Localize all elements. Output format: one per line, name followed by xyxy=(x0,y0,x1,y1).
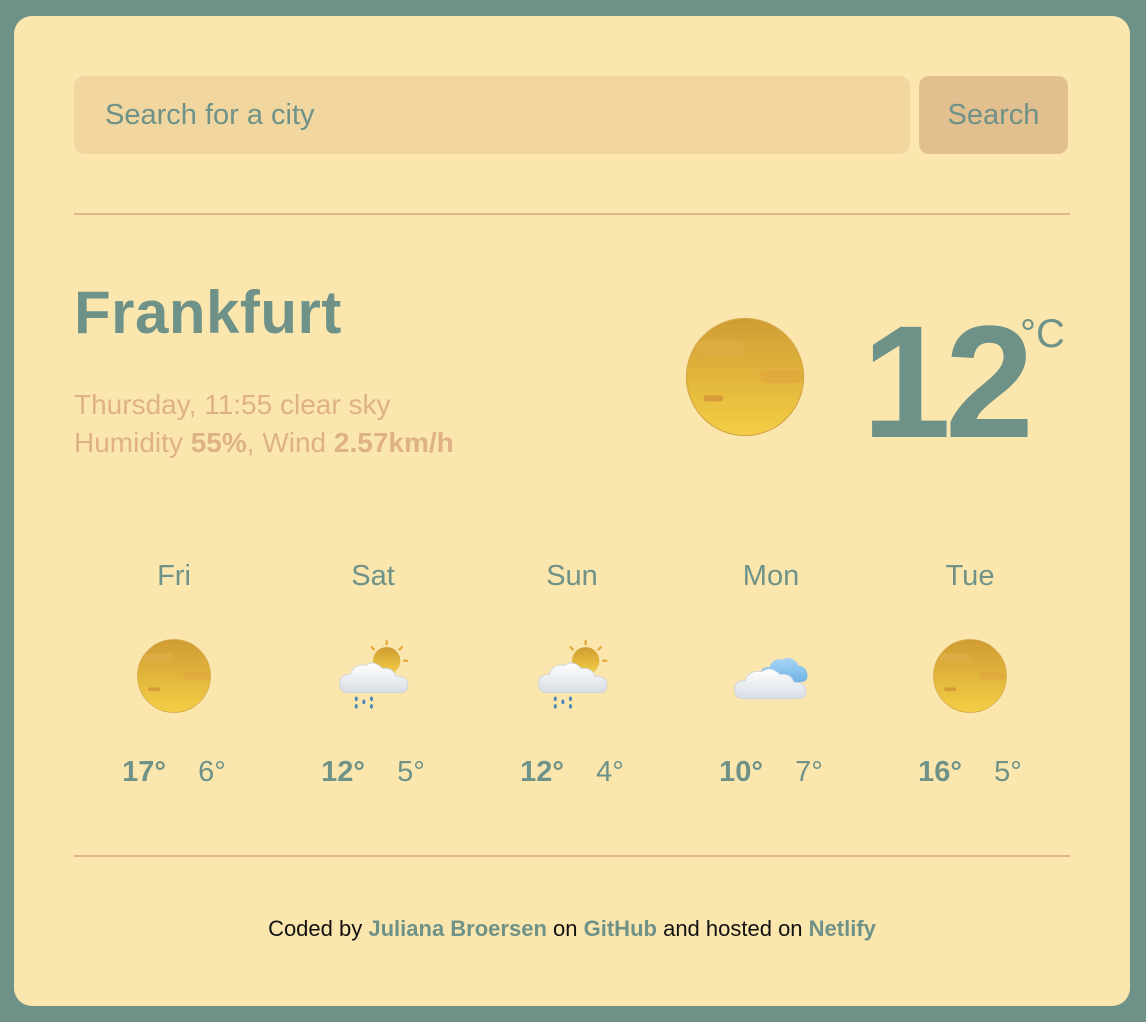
forecast-temps: 12° 4° xyxy=(472,752,672,792)
forecast-day-name: Sat xyxy=(351,560,395,592)
footer: Coded by Juliana Broersen on GitHub and … xyxy=(14,916,1130,942)
city-name: Frankfurt xyxy=(74,279,342,346)
footer-on: on xyxy=(553,916,578,941)
forecast-temps: 17° 6° xyxy=(74,752,274,792)
clouds-icon xyxy=(733,638,809,714)
top-divider xyxy=(74,213,1070,215)
clear-sky-icon xyxy=(136,638,212,714)
forecast-max: 12° xyxy=(321,756,366,788)
weather-card: Search Frankfurt Thursday, 11:55 clear s… xyxy=(14,16,1130,1006)
clear-sky-icon xyxy=(684,316,806,438)
forecast-max: 10° xyxy=(719,756,764,788)
forecast-temps: 16° 5° xyxy=(870,752,1070,792)
rain-sun-icon xyxy=(534,638,610,714)
date-description-line: Thursday, 11:55 clear sky xyxy=(74,386,454,424)
wind-label: Wind xyxy=(262,427,327,458)
forecast-day: Sat 12° 5° xyxy=(273,556,473,792)
forecast-min: 7° xyxy=(795,756,823,788)
current-temperature: 12 xyxy=(862,292,1034,471)
search-button[interactable]: Search xyxy=(919,76,1068,154)
rain-sun-icon xyxy=(335,638,411,714)
forecast-day: Tue 16° 5° xyxy=(870,556,1070,792)
current-details: Thursday, 11:55 clear sky Humidity 55%, … xyxy=(74,386,454,462)
humidity-wind-line: Humidity 55%, Wind 2.57km/h xyxy=(74,427,454,458)
temperature-unit: °C xyxy=(1020,312,1065,356)
forecast-max: 17° xyxy=(122,756,167,788)
footer-hosted-on: and hosted on xyxy=(663,916,803,941)
forecast-day-name: Tue xyxy=(945,560,995,592)
search-input[interactable] xyxy=(74,76,910,154)
author-link[interactable]: Juliana Broersen xyxy=(368,916,547,941)
clear-sky-icon xyxy=(932,638,1008,714)
forecast-min: 6° xyxy=(198,756,226,788)
wind-value: 2.57km/h xyxy=(333,427,454,458)
day-time: Thursday, 11:55 xyxy=(74,389,273,420)
search-form: Search xyxy=(74,76,1070,154)
forecast-temps: 12° 5° xyxy=(273,752,473,792)
weather-description: clear sky xyxy=(279,389,391,420)
forecast-day: Fri 17° 6° xyxy=(74,556,274,792)
forecast-day-name: Fri xyxy=(157,560,191,592)
forecast-max: 12° xyxy=(520,756,565,788)
footer-coded-by: Coded by xyxy=(268,916,363,941)
forecast-day-name: Sun xyxy=(546,560,598,592)
bottom-divider xyxy=(74,855,1070,857)
github-link[interactable]: GitHub xyxy=(584,916,657,941)
forecast-day: Sun 12° 4° xyxy=(472,556,672,792)
forecast-day-name: Mon xyxy=(742,560,800,592)
forecast-min: 5° xyxy=(397,756,425,788)
forecast-day: Mon 10° 7° xyxy=(671,556,871,792)
forecast-min: 4° xyxy=(596,756,624,788)
humidity-label: Humidity xyxy=(74,427,183,458)
forecast-min: 5° xyxy=(994,756,1022,788)
netlify-link[interactable]: Netlify xyxy=(809,916,876,941)
forecast-max: 16° xyxy=(918,756,963,788)
forecast: Fri 17° 6° Sat 12° 5° Sun 12° 4° Mon 10°… xyxy=(74,556,1070,816)
forecast-temps: 10° 7° xyxy=(671,752,871,792)
humidity-value: 55% xyxy=(190,427,247,458)
